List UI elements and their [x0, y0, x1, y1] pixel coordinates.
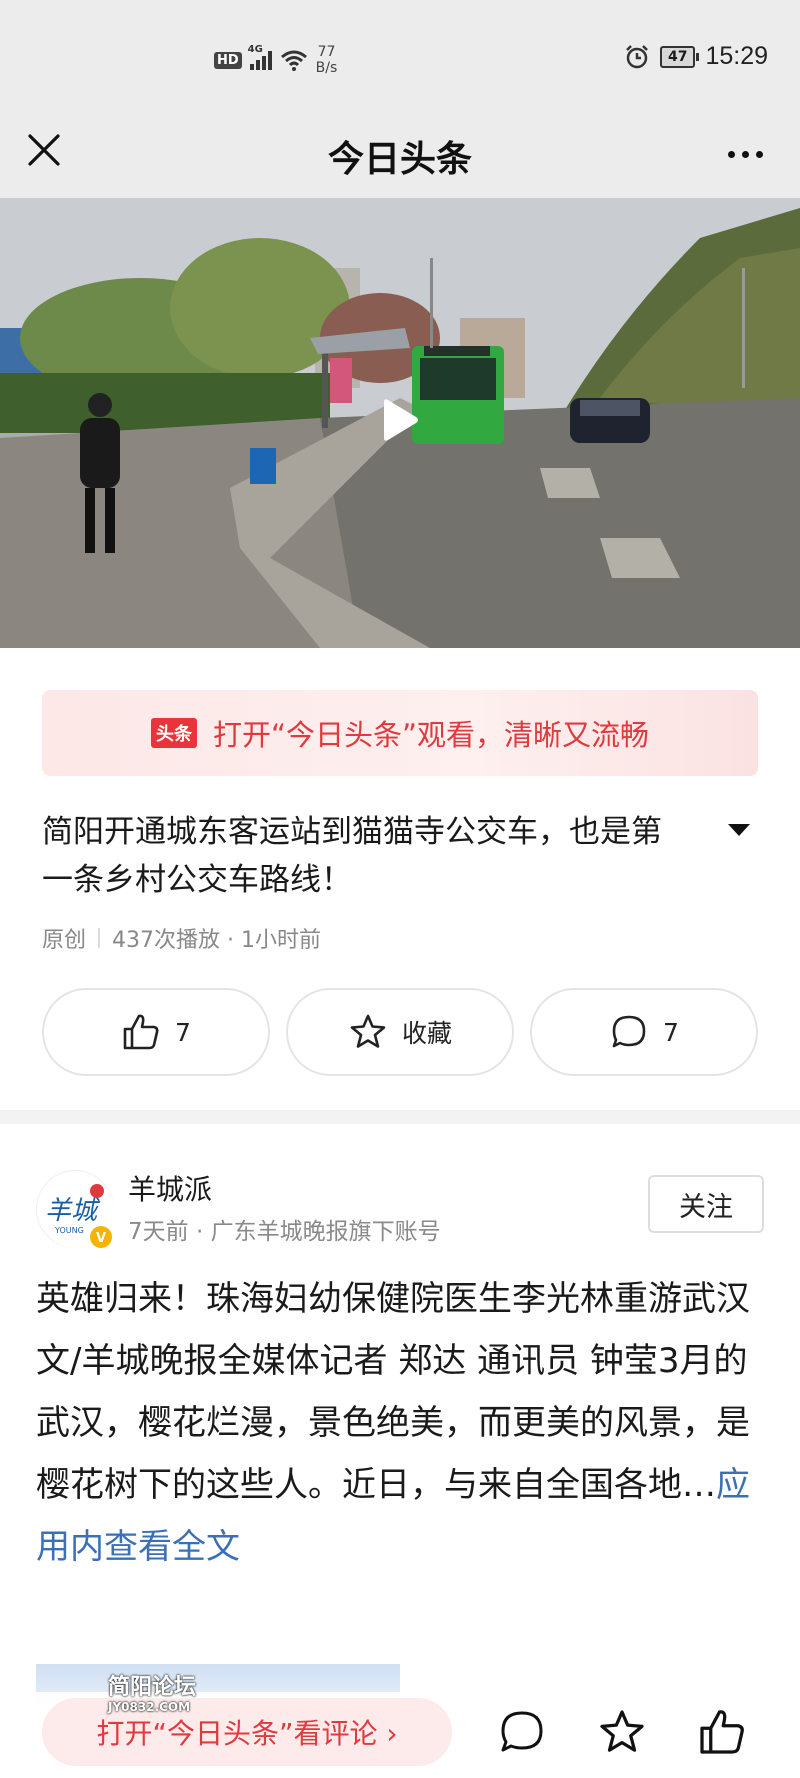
alarm-icon	[626, 44, 648, 68]
cellular-signal-icon: 4G	[248, 44, 272, 70]
bottom-favorite-button[interactable]	[594, 1704, 650, 1760]
hd-badge: HD	[214, 51, 242, 69]
more-dots-icon	[727, 150, 735, 158]
follow-button[interactable]: 关注	[648, 1175, 764, 1233]
like-button[interactable]: 7	[42, 988, 270, 1076]
open-app-comments-button[interactable]: 打开“今日头条”看评论 ›	[42, 1698, 452, 1766]
toutiao-logo: 头条	[150, 718, 197, 748]
favorite-button[interactable]: 收藏	[286, 988, 514, 1076]
star-icon	[600, 1710, 644, 1752]
comment-bubble-icon	[612, 1015, 646, 1048]
status-right: 47 15:29	[624, 42, 768, 71]
video-meta: 原创 437次播放 · 1小时前	[42, 922, 321, 954]
more-options-button[interactable]	[720, 132, 770, 176]
article-preview[interactable]: 英雄归来！珠海妇幼保健院医生李光林重游武汉 文/羊城晚报全媒体记者 郑达 通讯员…	[36, 1268, 784, 1578]
author-subtitle: 7天前 · 广东羊城晚报旗下账号	[128, 1219, 441, 1245]
bottom-like-button[interactable]	[694, 1704, 750, 1760]
battery-icon: 47	[659, 45, 700, 68]
clock: 15:29	[705, 42, 768, 70]
author-name[interactable]: 羊城派	[128, 1168, 212, 1208]
title-bar: 今日头条	[0, 110, 800, 198]
original-tag: 原创	[42, 928, 87, 953]
thumbs-up-icon	[123, 1014, 159, 1050]
svg-text:V: V	[96, 1231, 106, 1246]
open-app-text: 打开“今日头条”观看，清晰又流畅	[212, 718, 650, 752]
author-avatar[interactable]: 羊城 YOUNG V	[36, 1170, 114, 1248]
section-divider	[0, 1110, 800, 1124]
play-icon[interactable]	[378, 398, 420, 442]
video-title: 简阳开通城东客运站到猫猫寺公交车，也是第一条乡村公交车路线！	[42, 814, 662, 898]
yangchengpai-logo: 羊城 YOUNG V	[38, 1172, 114, 1248]
comment-bubble-icon	[501, 1711, 543, 1752]
expand-caret-icon[interactable]	[728, 824, 750, 836]
play-count-time: 437次播放 · 1小时前	[112, 928, 321, 953]
comment-count: 7	[663, 1017, 679, 1047]
thumbs-up-icon	[700, 1710, 744, 1754]
svg-text:羊城: 羊城	[45, 1196, 101, 1226]
status-bar: HD 4G 77 B/s 47 15:29	[0, 0, 800, 110]
like-count: 7	[175, 1017, 191, 1047]
signal-label: 4G	[247, 44, 263, 55]
forum-watermark: 简阳论坛 JY0832.COM	[108, 1675, 197, 1715]
video-player[interactable]	[0, 198, 800, 648]
favorite-label: 收藏	[401, 1019, 452, 1048]
article-text: 英雄归来！珠海妇幼保健院医生李光林重游武汉 文/羊城晚报全媒体记者 郑达 通讯员…	[36, 1279, 784, 1505]
network-speed: 77 B/s	[315, 44, 338, 76]
action-row: 7 收藏 7	[42, 988, 758, 1076]
open-app-banner[interactable]: 头条 打开“今日头条”观看，清晰又流畅	[42, 690, 758, 776]
status-left: HD 4G 77 B/s	[214, 44, 337, 76]
meta-divider	[98, 928, 101, 948]
star-icon	[350, 1014, 386, 1048]
bottom-comment-button[interactable]	[494, 1704, 550, 1760]
wifi-icon	[280, 50, 307, 71]
page-title: 今日头条	[327, 139, 472, 180]
svg-text:YOUNG: YOUNG	[54, 1226, 84, 1235]
comment-button[interactable]: 7	[530, 988, 758, 1076]
